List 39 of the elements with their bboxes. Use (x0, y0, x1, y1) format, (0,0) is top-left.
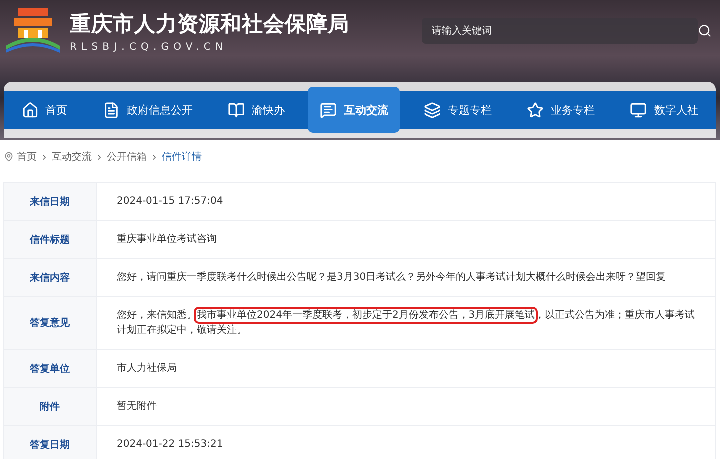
field-value: 暂无附件 (116, 400, 158, 414)
chevron-icon (150, 152, 159, 162)
site-domain: RLSBJ.CQ.GOV.CN (70, 42, 229, 53)
field-label: 答复意见 (4, 297, 97, 349)
home-icon (22, 102, 39, 118)
book-icon (228, 102, 246, 118)
field-value: 重庆事业单位考试咨询 (116, 232, 218, 247)
nav-tab[interactable]: 业务专栏 (515, 91, 608, 129)
field-label: 来信日期 (4, 183, 97, 220)
search-icon[interactable] (698, 24, 712, 38)
field-label: 答复单位 (4, 350, 97, 387)
chevron-icon (95, 152, 104, 162)
field-value: 市人力社保局 (116, 362, 178, 376)
site-title: 重庆市人力资源和社会保障局 (70, 11, 350, 38)
chevron-icon (40, 152, 49, 162)
chat-icon (320, 102, 338, 118)
nav-tab[interactable]: 互动交流 (308, 87, 400, 133)
document-icon (102, 102, 120, 118)
field-label: 答复日期 (4, 426, 97, 459)
star-icon (527, 102, 544, 118)
field-label: 信件标题 (4, 221, 97, 258)
monitor-icon (630, 102, 648, 118)
field-label: 附件 (4, 388, 97, 425)
layers-icon (424, 102, 441, 118)
field-value: 您好，请问重庆一季度联考什么时候出公告呢？是3月30日考试么？另外今年的人事考试计划大概什么时候会出来呀？望回复 (116, 270, 668, 285)
field-value: 2024-01-15 17:57:04 (116, 195, 224, 209)
nav-tab[interactable]: 专题专栏 (412, 91, 504, 129)
breadcrumb-link[interactable]: 信件详情 (162, 150, 202, 164)
field-value: 您好，来信知悉。我市事业单位2024年一季度联考，初步定于2月份发布公告，3月底开展笔试，以正式公告为准；重庆市人事考试计划正在拟定中，敬请关注。 (97, 297, 715, 349)
breadcrumb-link[interactable]: 互动交流 (52, 150, 92, 164)
breadcrumb-link[interactable]: 公开信箱 (107, 150, 147, 164)
nav-tab[interactable]: 首页 (10, 91, 80, 129)
nav-tab[interactable]: 数字人社 (618, 91, 710, 129)
nav-tab[interactable]: 政府信息公开 (90, 91, 205, 129)
nav-tab[interactable]: 渝快办 (216, 91, 298, 129)
field-value: 2024-01-22 15:53:21 (116, 438, 224, 452)
field-label: 来信内容 (4, 259, 97, 296)
breadcrumb-link[interactable]: 首页 (17, 150, 37, 164)
location-icon (4, 152, 14, 162)
